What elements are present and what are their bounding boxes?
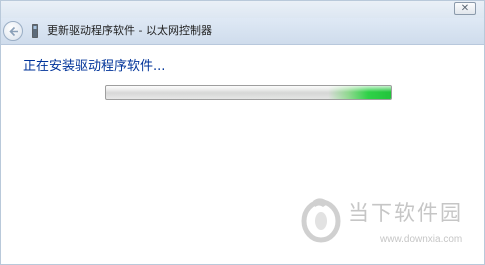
watermark-site-name: 当下软件园 (348, 201, 463, 225)
install-progress-bar (105, 85, 392, 100)
back-button[interactable] (3, 21, 23, 41)
install-status-text: 正在安装驱动程序软件... (23, 59, 166, 74)
watermark-site-url: www.downxia.com (380, 234, 463, 245)
driver-update-dialog: ✕ 更新驱动程序软件 - 以太网控制器 正在安装驱动程序软件... 当下软件园 … (0, 0, 485, 265)
downxia-logo-icon (301, 198, 341, 243)
close-button[interactable]: ✕ (454, 2, 476, 15)
progress-shine (106, 86, 391, 92)
title-bar: 更新驱动程序软件 - 以太网控制器 (1, 18, 484, 45)
window-frame-top: ✕ (1, 1, 484, 18)
back-arrow-icon (9, 26, 18, 37)
window-title: 更新驱动程序软件 - 以太网控制器 (47, 24, 212, 37)
close-icon: ✕ (460, 3, 470, 14)
network-adapter-icon (32, 24, 38, 38)
